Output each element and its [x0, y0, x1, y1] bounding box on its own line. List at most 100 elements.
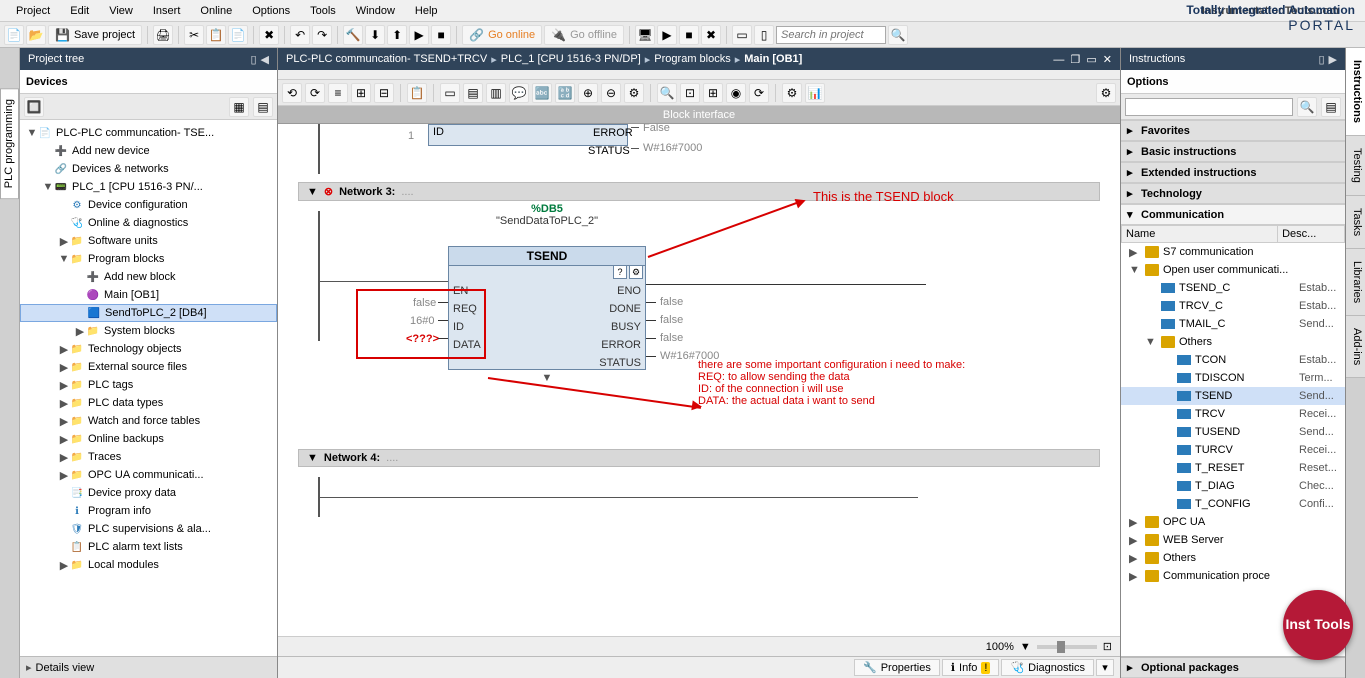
view-icon[interactable]: ▤: [1321, 97, 1341, 117]
et-9[interactable]: ⊖: [601, 83, 621, 103]
search-input[interactable]: [776, 26, 886, 44]
tree-item[interactable]: 🟦SendToPLC_2 [DB4]: [20, 304, 277, 322]
minimize-icon[interactable]: —: [1053, 54, 1064, 66]
tree-item[interactable]: ▶📁PLC tags: [20, 376, 277, 394]
zoom-value[interactable]: 100%: [986, 641, 1014, 653]
tree-item[interactable]: ▶📁System blocks: [20, 322, 277, 340]
instruction-item[interactable]: TUSENDSend...: [1121, 423, 1345, 441]
go-online-button[interactable]: 🔗 Go online: [462, 25, 542, 45]
zoom-fit-icon[interactable]: ⊡: [1103, 640, 1112, 653]
tree-item[interactable]: ▶📁Local modules: [20, 556, 277, 574]
instruction-search[interactable]: [1125, 98, 1293, 116]
project-tree[interactable]: ▼📄PLC-PLC communcation- TSE...➕Add new d…: [20, 120, 277, 656]
menu-window[interactable]: Window: [346, 3, 405, 19]
instruction-item[interactable]: TRCV_CEstab...: [1121, 297, 1345, 315]
col-name[interactable]: Name: [1122, 226, 1278, 243]
tree-item[interactable]: ➕Add new block: [20, 268, 277, 286]
vtab-testing[interactable]: Testing: [1346, 136, 1365, 196]
tree-item[interactable]: 📑Device proxy data: [20, 484, 277, 502]
tree-item[interactable]: ℹProgram info: [20, 502, 277, 520]
vtab-instructions[interactable]: Instructions: [1346, 48, 1365, 136]
menu-online[interactable]: Online: [190, 3, 242, 19]
tree-btn-3[interactable]: ▤: [253, 97, 273, 117]
undo-icon[interactable]: ↶: [290, 25, 310, 45]
et-network[interactable]: ▭: [440, 83, 460, 103]
lad-canvas[interactable]: 1 ID ERROR False STATUS W#16#7000 ▼ ⊗ Ne…: [278, 124, 1120, 636]
stop-cpu-icon[interactable]: ■: [679, 25, 699, 45]
vtab-tasks[interactable]: Tasks: [1346, 196, 1365, 249]
et-settings[interactable]: ⚙: [1096, 83, 1116, 103]
et-14[interactable]: ◉: [726, 83, 746, 103]
fb-config-icon[interactable]: ⚙: [629, 265, 643, 279]
crumb-3[interactable]: Main [OB1]: [744, 53, 802, 65]
search-icon[interactable]: 🔍: [888, 25, 908, 45]
acc-favorites[interactable]: ▸Favorites: [1121, 120, 1345, 141]
instruction-item[interactable]: T_RESETReset...: [1121, 459, 1345, 477]
tree-item[interactable]: ▼📟PLC_1 [CPU 1516-3 PN/...: [20, 178, 277, 196]
instruction-item[interactable]: TCONEstab...: [1121, 351, 1345, 369]
acc-extended[interactable]: ▸Extended instructions: [1121, 162, 1345, 183]
et-close[interactable]: ▥: [486, 83, 506, 103]
et-12[interactable]: ⊡: [680, 83, 700, 103]
tree-item[interactable]: ▶📁Online backups: [20, 430, 277, 448]
crumb-1[interactable]: PLC_1 [CPU 1516-3 PN/DP]: [501, 53, 641, 65]
acc-technology[interactable]: ▸Technology: [1121, 183, 1345, 204]
zoom-dropdown-icon[interactable]: ▼: [1020, 641, 1031, 653]
print-icon[interactable]: 🖨: [153, 25, 173, 45]
et-11[interactable]: 🔍: [657, 83, 677, 103]
simulate-icon[interactable]: ▶: [409, 25, 429, 45]
tree-item[interactable]: ▶📁Watch and force tables: [20, 412, 277, 430]
tree-item[interactable]: 🩺Online & diagnostics: [20, 214, 277, 232]
cross-ref-icon[interactable]: ✖: [701, 25, 721, 45]
tree-item[interactable]: ▼📄PLC-PLC communcation- TSE...: [20, 124, 277, 142]
restore-icon[interactable]: ❐: [1070, 54, 1080, 66]
instruction-item[interactable]: ▶Communication proce: [1121, 567, 1345, 585]
instruction-item[interactable]: TDISCONTerm...: [1121, 369, 1345, 387]
acc-communication[interactable]: ▾Communication: [1121, 204, 1345, 225]
tree-item[interactable]: ▶📁External source files: [20, 358, 277, 376]
crumb-2[interactable]: Program blocks: [654, 53, 730, 65]
et-15[interactable]: ⟳: [749, 83, 769, 103]
details-view-bar[interactable]: ▸ Details view: [20, 656, 277, 678]
tree-item[interactable]: 🔗Devices & networks: [20, 160, 277, 178]
tree-item[interactable]: ⚙Device configuration: [20, 196, 277, 214]
menu-edit[interactable]: Edit: [60, 3, 99, 19]
start-cpu-icon[interactable]: ▶: [657, 25, 677, 45]
instruction-item[interactable]: ▶WEB Server: [1121, 531, 1345, 549]
instruction-item[interactable]: ▼Open user communicati...: [1121, 261, 1345, 279]
accessible-devices-icon[interactable]: 🖥: [635, 25, 655, 45]
collapse-icon[interactable]: ▶: [1329, 54, 1337, 66]
vtab-addins[interactable]: Add-ins: [1346, 316, 1365, 378]
instruction-item[interactable]: ▶Others: [1121, 549, 1345, 567]
et-4[interactable]: ⊞: [351, 83, 371, 103]
instruction-item[interactable]: TRCVRecei...: [1121, 405, 1345, 423]
compile-icon[interactable]: 🔨: [343, 25, 363, 45]
instruction-item[interactable]: ▶OPC UA: [1121, 513, 1345, 531]
devices-tab[interactable]: Devices: [20, 70, 277, 94]
tree-item[interactable]: 📋PLC alarm text lists: [20, 538, 277, 556]
et-17[interactable]: 📊: [805, 83, 825, 103]
tree-btn-2[interactable]: ▦: [229, 97, 249, 117]
tree-item[interactable]: ▶📁Software units: [20, 232, 277, 250]
et-16[interactable]: ⚙: [782, 83, 802, 103]
go-offline-button[interactable]: 🔌 Go offline: [544, 25, 624, 45]
tree-item[interactable]: ▶📁OPC UA communicati...: [20, 466, 277, 484]
close-icon[interactable]: ✕: [1103, 54, 1112, 66]
tree-btn-1[interactable]: 🔲: [24, 97, 44, 117]
instruction-item[interactable]: TSENDSend...: [1121, 387, 1345, 405]
delete-icon[interactable]: ✖: [259, 25, 279, 45]
maximize-icon[interactable]: ▭: [1086, 54, 1096, 66]
tab-info[interactable]: ℹ Info !: [942, 659, 1000, 676]
vtab-libraries[interactable]: Libraries: [1346, 249, 1365, 316]
upload-icon[interactable]: ⬆: [387, 25, 407, 45]
instruction-item[interactable]: ▶S7 communication: [1121, 243, 1345, 261]
col-desc[interactable]: Desc...: [1278, 226, 1345, 243]
tree-item[interactable]: ➕Add new device: [20, 142, 277, 160]
tree-item[interactable]: ▶📁Technology objects: [20, 340, 277, 358]
et-sym[interactable]: 🔡: [555, 83, 575, 103]
zoom-slider[interactable]: [1037, 645, 1097, 649]
menu-project[interactable]: Project: [6, 3, 60, 19]
menu-insert[interactable]: Insert: [143, 3, 191, 19]
et-open[interactable]: ▤: [463, 83, 483, 103]
save-project-button[interactable]: 💾 Save project: [48, 25, 142, 45]
